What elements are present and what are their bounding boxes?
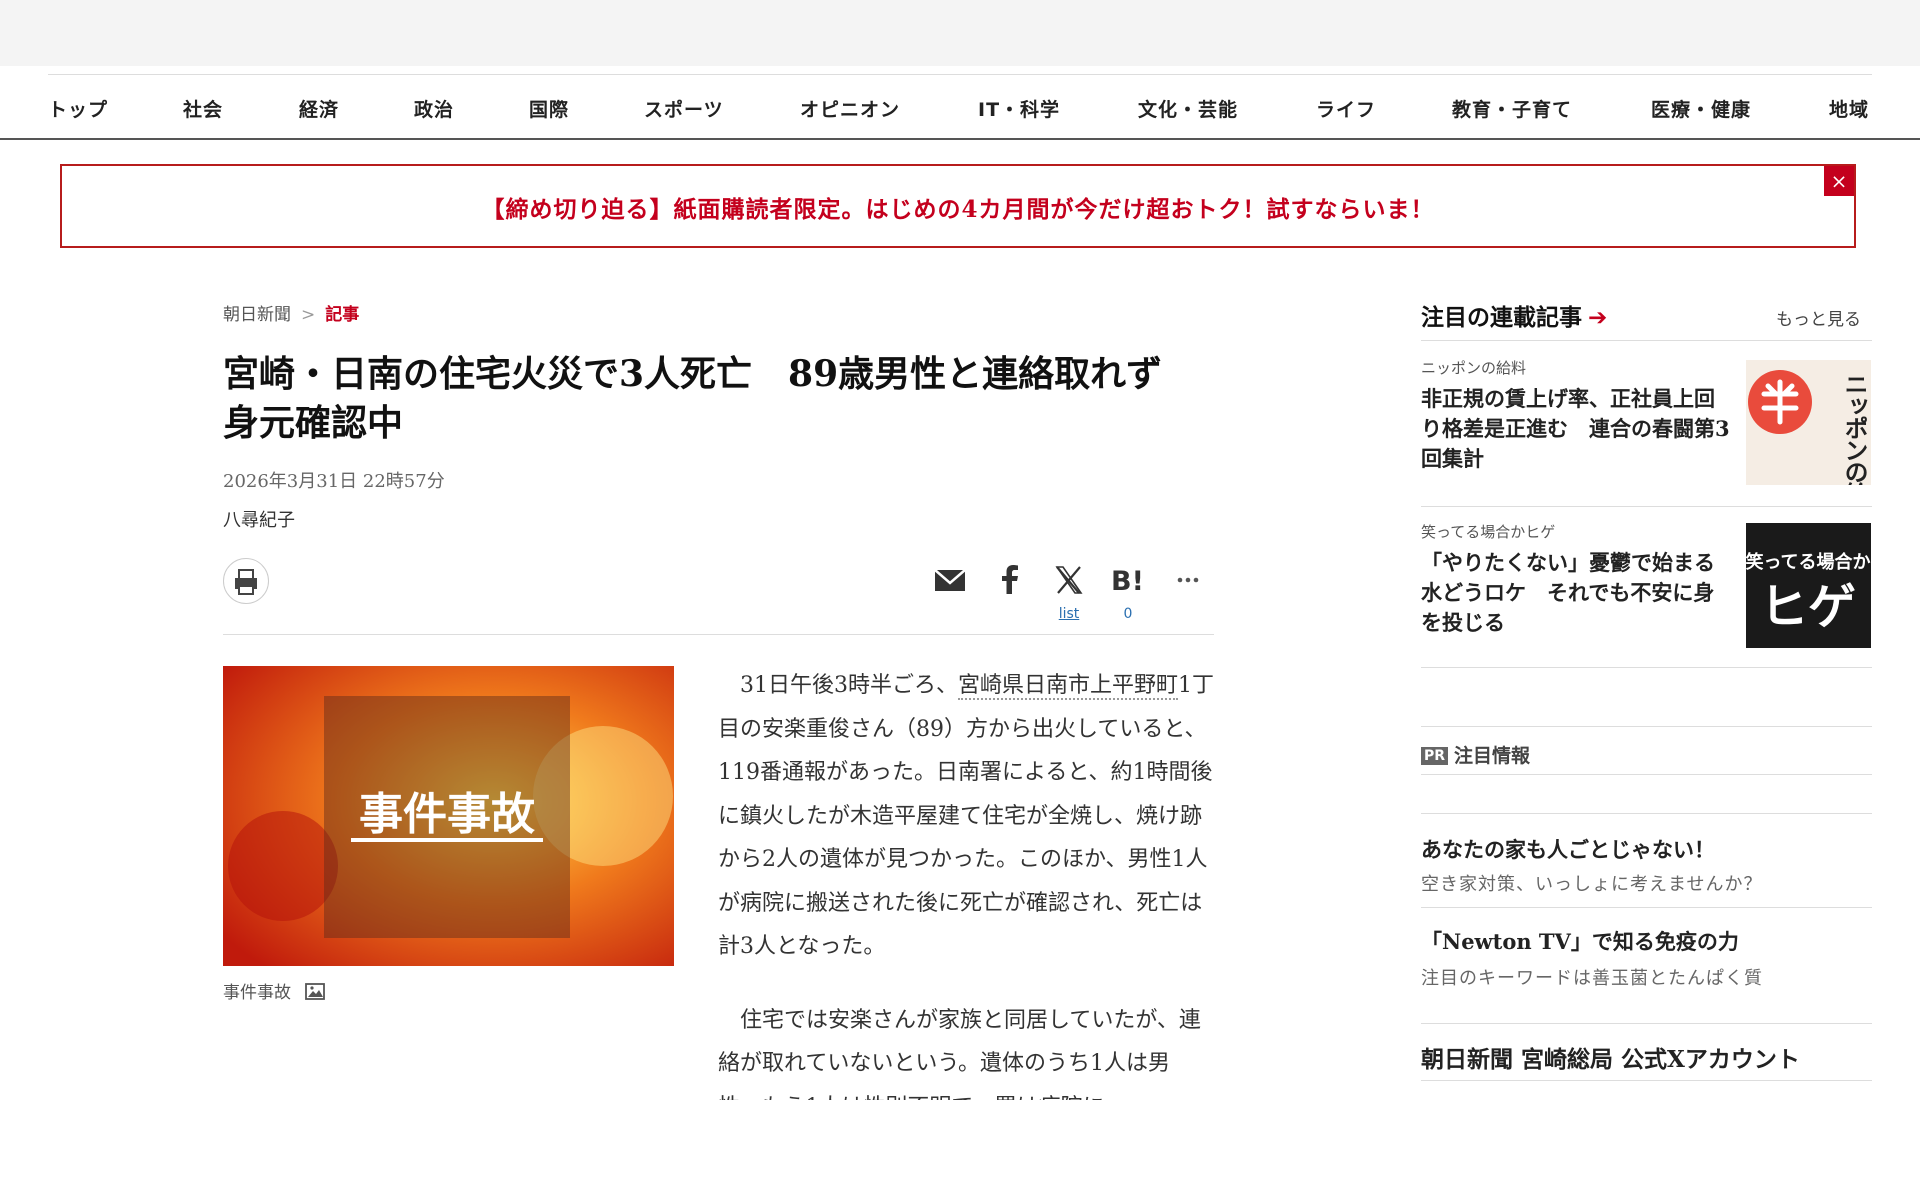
sidebar-item-category: 笑ってる場合かヒゲ bbox=[1421, 523, 1556, 541]
pr-divider bbox=[1421, 774, 1872, 775]
thumb-text: ニッポンの給料 bbox=[1840, 372, 1868, 485]
more-link[interactable]: もっと見る bbox=[1776, 305, 1861, 330]
pr-item-subtitle[interactable]: 空き家対策、いっしょに考えませんか？ bbox=[1421, 870, 1762, 896]
sidebar-item-title[interactable]: 「やりたくない」憂鬱で始まる水どうロケ それでも不安に身を投じる bbox=[1421, 548, 1731, 638]
pr-item-title[interactable]: 「Newton TV」で知る免疫の力 bbox=[1421, 926, 1739, 956]
pr-divider bbox=[1421, 1080, 1872, 1081]
sidebar-title-text: 注目の連載記事 bbox=[1421, 305, 1582, 331]
nav-item-education[interactable]: 教育・子育て bbox=[1452, 95, 1572, 122]
mail-share-button[interactable] bbox=[930, 560, 970, 600]
category-nav: トップ 社会 経済 政治 国際 スポーツ オピニオン IT・科学 文化・芸能 ラ… bbox=[48, 74, 1872, 139]
paragraph-text: 1丁目の安楽重俊さん（89）方から出火していると、119番通報があった。日南署に… bbox=[718, 673, 1214, 959]
pr-badge: PR bbox=[1421, 747, 1449, 765]
promo-text[interactable]: 【締め切り迫る】紙面購読者限定。はじめの4カ月間が今だけ超おトク！試すならいま！ bbox=[62, 190, 1854, 224]
breadcrumb-home[interactable]: 朝日新聞 bbox=[223, 305, 291, 325]
breadcrumb-current: 記事 bbox=[325, 305, 360, 325]
hatena-count: 0 bbox=[1123, 606, 1133, 622]
pr-divider bbox=[1421, 907, 1872, 908]
nav-item-culture[interactable]: 文化・芸能 bbox=[1138, 95, 1238, 122]
sidebar-divider bbox=[1421, 667, 1872, 668]
sidebar-divider bbox=[1421, 506, 1872, 507]
hatena-bookmark-icon: B! bbox=[1111, 566, 1144, 597]
nav-item-life[interactable]: ライフ bbox=[1316, 95, 1376, 122]
photo-overlay-text: 事件事故 bbox=[359, 789, 535, 840]
promo-banner[interactable]: 【締め切り迫る】紙面購読者限定。はじめの4カ月間が今だけ超おトク！試すならいま！… bbox=[60, 164, 1856, 248]
sidebar-item-title[interactable]: 非正規の賃上げ率、正社員上回り格差是正進む 連合の春闘第3回集計 bbox=[1421, 384, 1731, 474]
article-body: 31日午後3時半ごろ、宮崎県日南市上平野町1丁目の安楽重俊さん（89）方から出火… bbox=[718, 664, 1214, 1100]
hige-logo-icon: 笑ってる場合か ヒゲ bbox=[1746, 551, 1871, 635]
article-paragraph: 31日午後3時半ごろ、宮崎県日南市上平野町1丁目の安楽重俊さん（89）方から出火… bbox=[718, 664, 1214, 969]
facebook-icon bbox=[1002, 565, 1018, 594]
photo-graphic: 事件事故 bbox=[223, 666, 674, 966]
nav-item-politics[interactable]: 政治 bbox=[414, 95, 454, 122]
more-share-button[interactable] bbox=[1168, 560, 1208, 600]
nav-item-health[interactable]: 医療・健康 bbox=[1651, 95, 1751, 122]
headline-line-2: 身元確認中 bbox=[223, 402, 404, 444]
promo-close-button[interactable]: × bbox=[1824, 166, 1854, 196]
article-author[interactable]: 八尋紀子 bbox=[223, 506, 295, 532]
x-share-button[interactable] bbox=[1049, 560, 1089, 600]
top-banner-area bbox=[0, 0, 1920, 66]
thumb-text-small: 笑ってる場合か bbox=[1746, 551, 1871, 573]
arrow-right-icon: ➔ bbox=[1588, 305, 1608, 331]
nav-item-economy[interactable]: 経済 bbox=[299, 95, 339, 122]
thumb-text-big: ヒゲ bbox=[1760, 579, 1856, 635]
svg-text:B!: B! bbox=[1111, 566, 1144, 597]
share-divider bbox=[223, 634, 1214, 635]
sidebar-item-category: ニッポンの給料 bbox=[1421, 359, 1527, 377]
article-photo[interactable]: 事件事故 bbox=[223, 666, 674, 966]
printer-icon bbox=[235, 569, 257, 595]
sidebar-title[interactable]: 注目の連載記事 ➔ bbox=[1421, 298, 1607, 332]
article-paragraph: 住宅では安楽さんが家族と同居していたが、連絡が取れていないという。遺体のうち1人… bbox=[718, 1007, 1201, 1101]
x-list-link[interactable]: list bbox=[1049, 606, 1089, 622]
nav-item-sports[interactable]: スポーツ bbox=[644, 95, 724, 122]
nav-item-society[interactable]: 社会 bbox=[183, 95, 223, 122]
article-headline: 宮崎・日南の住宅火災で3人死亡 89歳男性と連絡取れず 身元確認中 bbox=[223, 350, 1223, 448]
more-dots-icon bbox=[1177, 577, 1199, 583]
caption-text: 事件事故 bbox=[223, 983, 291, 1003]
pr-item-title[interactable]: あなたの家も人ごとじゃない！ bbox=[1421, 834, 1715, 864]
breadcrumb: 朝日新聞 > 記事 bbox=[223, 300, 359, 325]
mail-icon bbox=[934, 569, 966, 591]
nav-item-it-science[interactable]: IT・科学 bbox=[978, 95, 1060, 122]
place-link[interactable]: 宮崎県日南市上平野町 bbox=[958, 673, 1179, 700]
x-logo-icon bbox=[1055, 566, 1083, 594]
sidebar-item-thumbnail[interactable]: 笑ってる場合か ヒゲ bbox=[1746, 523, 1871, 648]
hatena-bookmark-button[interactable]: B! bbox=[1108, 560, 1148, 600]
headline-line-1: 宮崎・日南の住宅火災で3人死亡 89歳男性と連絡取れず bbox=[223, 353, 1163, 395]
sidebar-divider bbox=[1421, 340, 1872, 341]
nav-item-region[interactable]: 地域 bbox=[1829, 95, 1869, 122]
paragraph-text: 31日午後3時半ごろ、 bbox=[740, 673, 958, 698]
pr-divider bbox=[1421, 1023, 1872, 1024]
pr-header-text: 注目情報 bbox=[1454, 745, 1531, 767]
nav-divider bbox=[0, 138, 1920, 140]
photo-caption: 事件事故 bbox=[223, 978, 326, 1003]
facebook-share-button[interactable] bbox=[990, 560, 1030, 600]
breadcrumb-separator: > bbox=[301, 305, 316, 325]
nav-item-international[interactable]: 国際 bbox=[529, 95, 569, 122]
pr-item-title[interactable]: 朝日新聞 宮崎総局 公式Xアカウント bbox=[1421, 1040, 1800, 1074]
nippon-kyuryo-logo-icon: ニッポンの給料 bbox=[1748, 370, 1868, 485]
pr-divider bbox=[1421, 813, 1872, 814]
pr-header: PR 注目情報 bbox=[1421, 741, 1530, 768]
print-button[interactable] bbox=[223, 558, 269, 604]
article-date: 2026年3月31日 22時57分 bbox=[223, 471, 445, 492]
nav-item-opinion[interactable]: オピニオン bbox=[800, 95, 900, 122]
sidebar-item-thumbnail[interactable]: ニッポンの給料 bbox=[1746, 360, 1871, 485]
image-icon[interactable] bbox=[304, 980, 326, 1002]
pr-divider bbox=[1421, 726, 1872, 727]
nav-item-top[interactable]: トップ bbox=[48, 95, 108, 122]
pr-item-subtitle[interactable]: 注目のキーワードは善玉菌とたんぱく質 bbox=[1421, 964, 1763, 990]
